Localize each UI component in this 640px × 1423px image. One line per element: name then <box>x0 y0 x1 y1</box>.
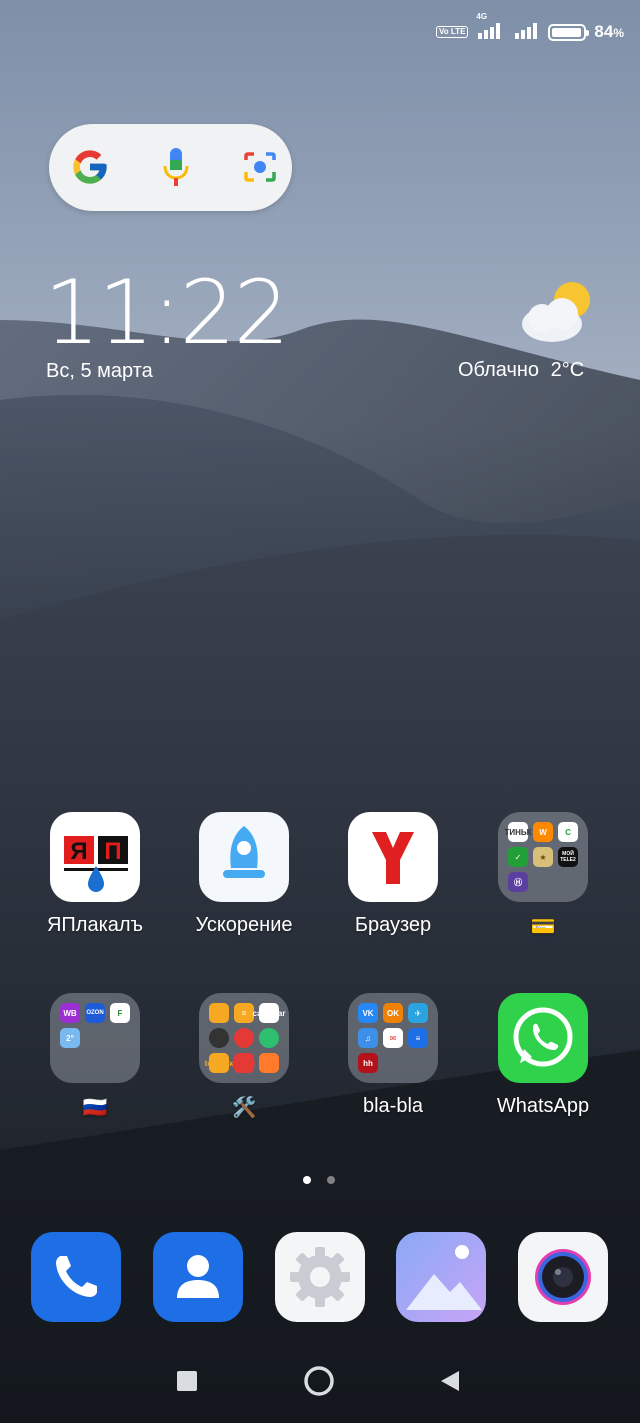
weather-condition: Облачно <box>458 359 540 381</box>
signal-icon <box>514 21 540 44</box>
phone-icon[interactable] <box>31 1232 121 1322</box>
app-whatsapp[interactable]: WhatsApp <box>468 993 618 1118</box>
back-button[interactable] <box>439 1369 461 1393</box>
app-label: bla-bla <box>362 1095 424 1117</box>
folder-icon[interactable]: WB OZON F 2° <box>50 993 140 1083</box>
battery-icon <box>548 23 590 41</box>
folder-icon[interactable]: ТИНЬК W С ✓ ★ МОЙ TELE2 Ⓗ <box>498 812 588 902</box>
battery-percent: 84% <box>594 22 624 41</box>
partly-cloudy-icon[interactable] <box>518 280 596 346</box>
folder-bla-bla[interactable]: VK OK ✈ ♫ ✉ ≡ hh bla-bla <box>318 993 468 1118</box>
app-label: Браузер <box>354 914 432 936</box>
google-search-widget[interactable] <box>49 124 292 211</box>
yaplakal-logo[interactable]: Я П <box>50 812 140 902</box>
folder-wallet[interactable]: ТИНЬК W С ✓ ★ МОЙ TELE2 Ⓗ 💳 <box>468 812 618 939</box>
svg-text:П: П <box>104 838 121 865</box>
microphone-icon[interactable] <box>161 146 191 188</box>
page-indicator <box>303 1176 335 1184</box>
app-label: Ускорение <box>195 914 293 936</box>
volte-icon: Vo LTE <box>436 26 469 38</box>
clock-date[interactable]: Вс, 5 марта <box>46 360 153 383</box>
app-uskorenie[interactable]: Ускорение <box>169 812 319 937</box>
whatsapp-icon[interactable] <box>498 993 588 1083</box>
svg-text:Я: Я <box>70 838 87 865</box>
app-yandex-browser[interactable]: Браузер <box>318 812 468 937</box>
clock-time[interactable]: 11:22 <box>44 268 290 358</box>
folder-tools[interactable]: file = calendar clock rec radio toolbox … <box>169 993 319 1120</box>
status-bar: Vo LTE 4G 84% <box>436 12 624 46</box>
yandex-browser-icon[interactable] <box>348 812 438 902</box>
weather-temperature: 2°C <box>550 359 585 381</box>
signal-4g-icon: 4G <box>476 12 506 44</box>
rocket-icon[interactable] <box>199 812 289 902</box>
app-label: 🇷🇺 <box>82 1097 108 1119</box>
camera-icon[interactable] <box>518 1232 608 1322</box>
app-label: 💳 <box>530 916 556 938</box>
google-logo[interactable] <box>70 147 110 187</box>
app-label: WhatsApp <box>496 1095 590 1117</box>
lens-camera-icon[interactable] <box>242 150 278 184</box>
page-dot <box>327 1176 335 1184</box>
page-dot-active <box>303 1176 311 1184</box>
recents-button[interactable] <box>176 1370 198 1392</box>
navigation-bar <box>0 1360 640 1400</box>
app-label: ЯПлакалъ <box>46 914 144 936</box>
folder-icon[interactable]: VK OK ✈ ♫ ✉ ≡ hh <box>348 993 438 1083</box>
gallery-icon[interactable] <box>396 1232 486 1322</box>
folder-icon[interactable]: file = calendar clock rec radio toolbox … <box>199 993 289 1083</box>
home-button[interactable] <box>303 1365 335 1397</box>
app-label: 🛠️ <box>231 1097 257 1119</box>
gear-icon[interactable] <box>275 1232 365 1322</box>
weather-summary[interactable]: Облачно 2°C <box>458 359 584 382</box>
folder-russia[interactable]: WB OZON F 2° 🇷🇺 <box>20 993 170 1120</box>
app-yaplakal[interactable]: Я П ЯПлакалъ <box>20 812 170 937</box>
wallpaper <box>0 0 640 1423</box>
contacts-icon[interactable] <box>153 1232 243 1322</box>
